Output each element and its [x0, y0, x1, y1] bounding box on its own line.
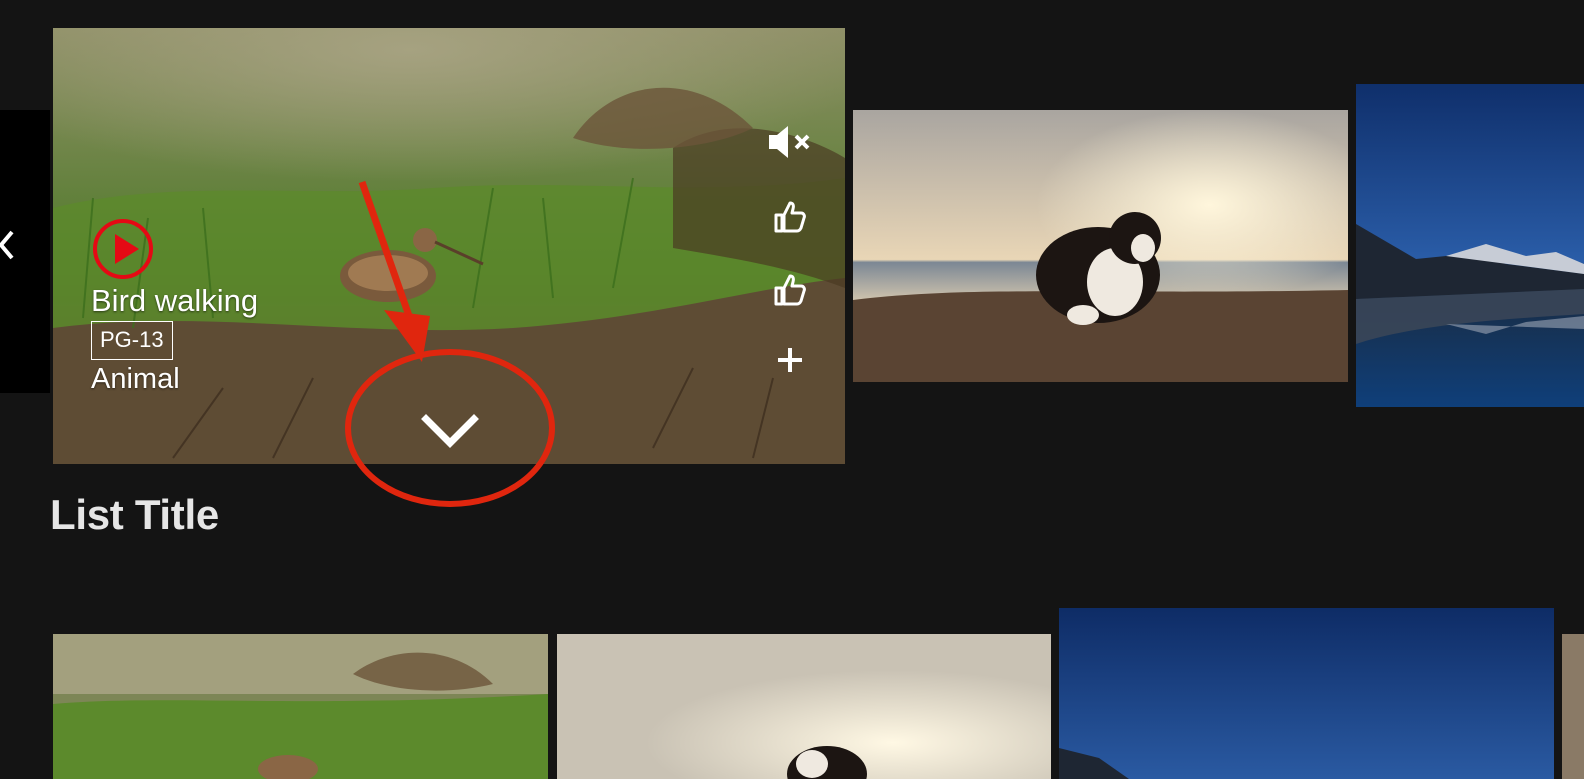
speaker-muted-icon: [769, 126, 810, 158]
like-button-2[interactable]: [770, 270, 814, 310]
play-circle-icon: [93, 219, 153, 279]
plus-icon: [778, 348, 802, 372]
bird-thumbnail-image: [53, 634, 548, 779]
expand-details-button[interactable]: [420, 405, 480, 455]
row2-card-puppy[interactable]: [557, 634, 1051, 779]
chevron-left-icon: [0, 230, 14, 260]
like-button[interactable]: [770, 197, 814, 237]
bird-thumbnail-image: [53, 28, 845, 464]
mountain-thumbnail-image: [1356, 84, 1584, 407]
row2-card-bird[interactable]: [53, 634, 548, 779]
mute-button[interactable]: [766, 122, 810, 162]
thumbs-up-icon: [774, 274, 806, 306]
add-to-list-button[interactable]: [772, 342, 816, 382]
thumbs-up-icon: [774, 201, 806, 233]
puppy-thumbnail-image: [853, 110, 1348, 382]
row2-card-partial[interactable]: [1562, 634, 1584, 779]
card-genre: Animal: [91, 363, 180, 395]
list-title: List Title: [50, 491, 219, 538]
rating-badge: PG-13: [91, 321, 173, 360]
puppy-card-thumbnail[interactable]: [853, 110, 1348, 382]
card-title: Bird walking: [91, 283, 259, 318]
row2-card-mountain[interactable]: [1059, 608, 1554, 779]
play-button[interactable]: [92, 218, 154, 280]
mountain-thumbnail-image: [1059, 608, 1554, 779]
previous-nav-button[interactable]: [0, 110, 50, 393]
featured-card-thumbnail[interactable]: [53, 28, 845, 464]
puppy-thumbnail-image: [557, 634, 1051, 779]
mountain-card-thumbnail[interactable]: [1356, 84, 1584, 407]
chevron-down-icon: [421, 414, 479, 448]
